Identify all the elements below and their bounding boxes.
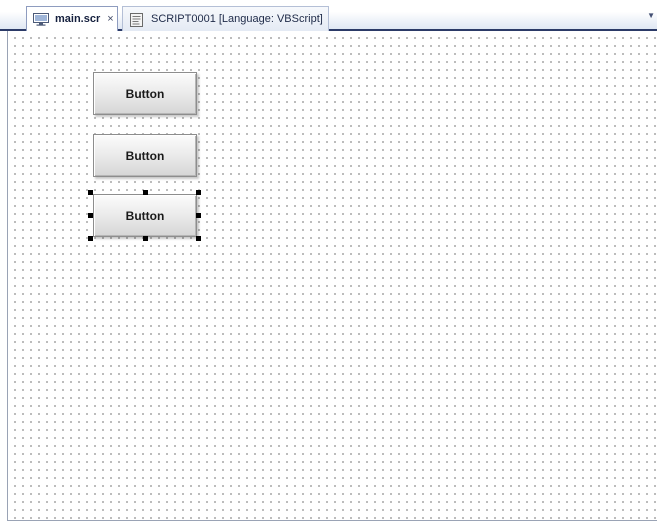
canvas-button-3-selected[interactable]: Button	[93, 194, 197, 237]
selection-handle-bottom-left[interactable]	[88, 236, 93, 241]
script-icon	[129, 12, 145, 27]
selection-handle-top-left[interactable]	[88, 190, 93, 195]
tab-overflow-icon[interactable]: ▼	[647, 11, 655, 20]
document-tab-strip: main.scr × SCRIPT0001 [Language: VBScrip…	[0, 0, 657, 31]
screen-icon	[33, 12, 49, 26]
selection-handle-top[interactable]	[143, 190, 148, 195]
canvas-button-1[interactable]: Button	[93, 72, 197, 115]
selection-handle-top-right[interactable]	[196, 190, 201, 195]
tab-script0001-label: SCRIPT0001 [Language: VBScript]	[151, 13, 323, 25]
editor-window: main.scr × SCRIPT0001 [Language: VBScrip…	[0, 0, 657, 523]
screen-design-canvas[interactable]: Button Button Button	[7, 31, 657, 521]
tab-main-scr[interactable]: main.scr ×	[26, 6, 118, 31]
selection-handle-right[interactable]	[196, 213, 201, 218]
tab-main-scr-label: main.scr	[55, 13, 101, 25]
selection-handle-left[interactable]	[88, 213, 93, 218]
canvas-button-2[interactable]: Button	[93, 134, 197, 177]
tab-script0001[interactable]: SCRIPT0001 [Language: VBScript]	[122, 6, 329, 31]
selection-handle-bottom-right[interactable]	[196, 236, 201, 241]
selection-handle-bottom[interactable]	[143, 236, 148, 241]
close-tab-icon[interactable]: ×	[107, 13, 113, 25]
